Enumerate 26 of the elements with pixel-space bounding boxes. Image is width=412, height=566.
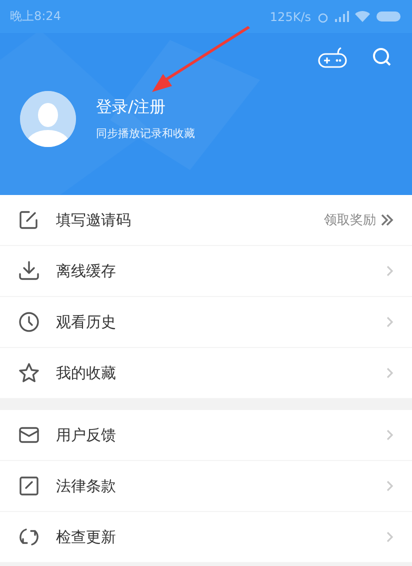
avatar-icon[interactable] (20, 91, 76, 147)
mail-icon (18, 424, 40, 446)
network-speed: 125K/s (270, 10, 311, 24)
chevron-icon (386, 480, 394, 492)
wifi-icon (355, 11, 370, 22)
gamepad-icon[interactable] (318, 47, 348, 69)
chevron-icon (386, 265, 394, 277)
chevron-icon (386, 531, 394, 543)
menu-item[interactable]: 填写邀请码 (56, 210, 324, 230)
signal-icon (335, 11, 349, 22)
download-icon (18, 260, 40, 282)
chevron-icon (386, 429, 394, 441)
alarm-icon (317, 10, 329, 22)
refresh-icon (18, 526, 40, 548)
clock-icon (18, 311, 40, 333)
double-chevron-icon (380, 214, 394, 226)
status-time: 晚上8:24 (10, 8, 61, 25)
star-icon (18, 362, 40, 384)
edit-icon (18, 209, 40, 231)
chevron-icon (386, 316, 394, 328)
chevron-icon (386, 367, 394, 379)
note-icon (18, 475, 40, 497)
battery-icon (376, 11, 402, 22)
login-subtitle: 同步播放记录和收藏 (96, 126, 195, 141)
search-icon[interactable] (372, 47, 392, 67)
reward-link[interactable]: 领取奖励 (324, 211, 376, 229)
